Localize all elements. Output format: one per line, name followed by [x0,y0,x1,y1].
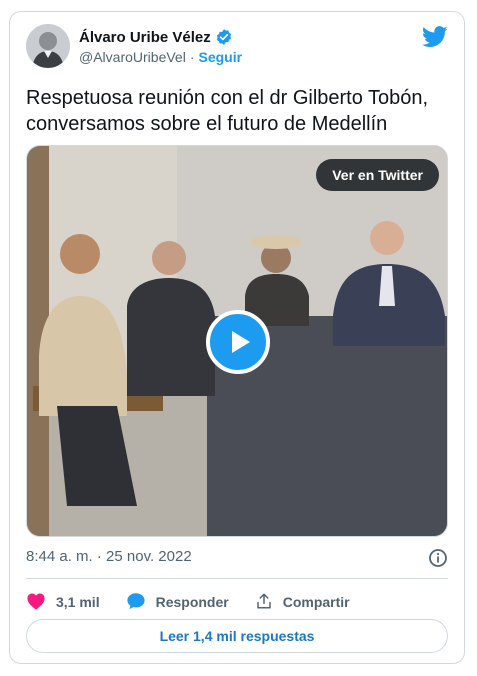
timestamp-row: 8:44 a. m. · 25 nov. 2022 [26,548,448,568]
tweet-timestamp[interactable]: 8:44 a. m. · 25 nov. 2022 [26,548,192,565]
video-media[interactable]: Ver en Twitter [26,145,448,537]
avatar[interactable] [26,24,70,68]
reply-label: Responder [155,594,229,610]
tweet-header: Álvaro Uribe Vélez @AlvaroUribeVel · Seg… [26,24,448,74]
play-button[interactable] [206,310,270,374]
separator-dot: · [189,49,195,65]
play-icon [232,331,250,353]
action-bar: 3,1 mil Responder Compartir [26,588,448,616]
share-icon [255,592,273,613]
share-button[interactable]: Compartir [255,592,350,613]
author-display-name[interactable]: Álvaro Uribe Vélez [79,29,211,46]
tweet-text: Respetuosa reunión con el dr Gilberto To… [26,87,429,135]
share-label: Compartir [282,594,350,610]
tweet-card: Álvaro Uribe Vélez @AlvaroUribeVel · Seg… [9,11,465,664]
divider [26,578,448,579]
handle-row: @AlvaroUribeVel · Seguir [79,49,242,65]
like-count: 3,1 mil [56,594,100,610]
follow-button[interactable]: Seguir [198,49,242,65]
info-icon[interactable] [428,548,448,568]
author-handle[interactable]: @AlvaroUribeVel [79,49,186,65]
verified-badge-icon [215,28,233,46]
read-replies-button[interactable]: Leer 1,4 mil respuestas [26,619,448,653]
name-row: Álvaro Uribe Vélez [79,28,233,46]
reply-bubble-icon [126,592,146,613]
like-button[interactable]: 3,1 mil [26,592,100,613]
reply-button[interactable]: Responder [126,592,229,613]
view-on-twitter-button[interactable]: Ver en Twitter [316,159,439,191]
twitter-bird-icon[interactable] [421,26,448,48]
heart-icon [26,592,46,613]
